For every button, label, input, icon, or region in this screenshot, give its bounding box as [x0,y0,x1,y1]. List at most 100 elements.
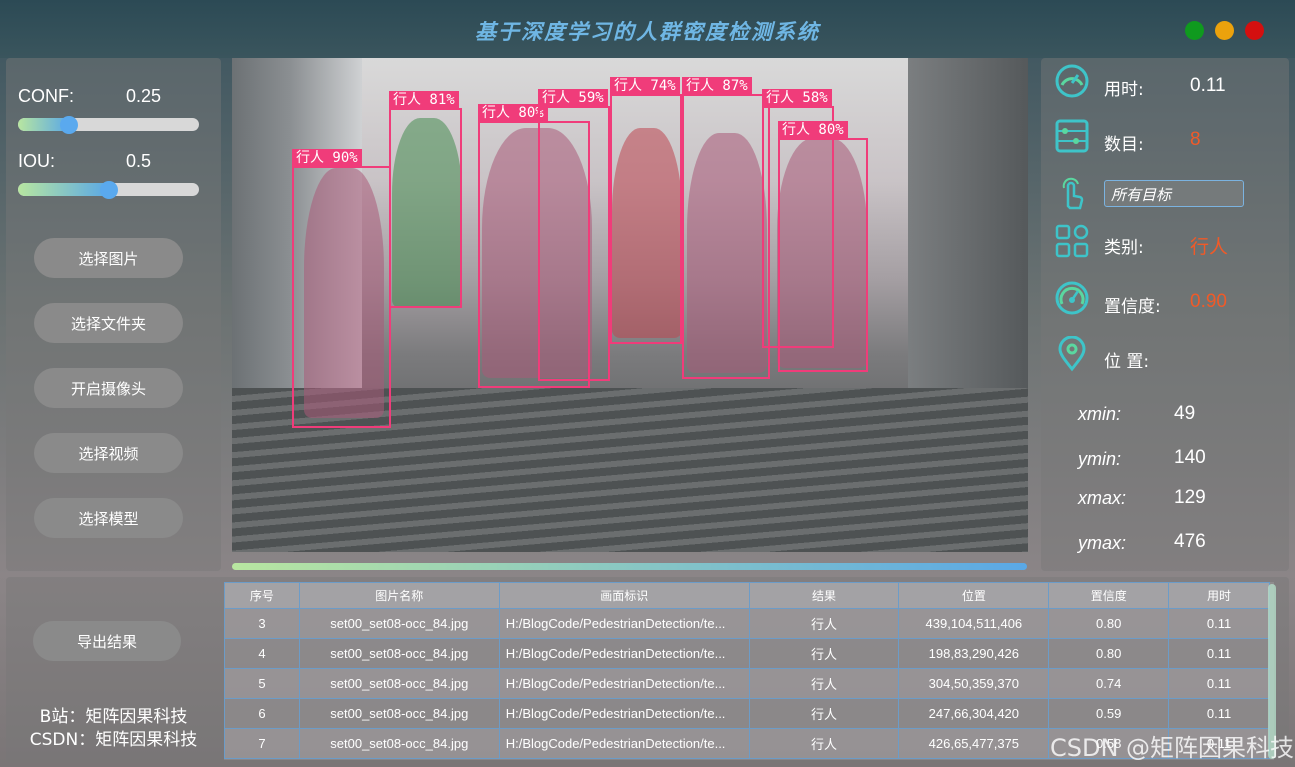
location-pin-icon [1058,336,1086,372]
select-video-button[interactable]: 选择视频 [34,433,183,473]
maximize-button[interactable] [1185,21,1204,40]
detection-label: 行人 58% [762,89,832,107]
conf-slider[interactable] [18,118,199,131]
credit-bilibili: B站：矩阵因果科技 [39,707,188,727]
column-header[interactable]: 序号 [224,582,300,609]
target-select[interactable]: 所有目标 [1104,180,1244,207]
detection-label: 行人 59% [538,89,608,107]
detection-box: 行人 81% [389,91,462,308]
table-cell: 7 [224,728,300,759]
select-folder-button[interactable]: 选择文件夹 [34,303,183,343]
iou-value: 0.5 [126,151,152,171]
touch-icon [1062,177,1084,210]
detection-label: 行人 90% [292,149,362,167]
gauge-icon [1055,281,1089,315]
table-cell: 0.59 [1048,698,1170,729]
table-cell: 行人 [748,608,900,639]
table-cell: 304,50,359,370 [898,668,1050,699]
detection-label: 行人 87% [682,77,752,95]
ymin-label: ymin: [1078,449,1122,469]
table-row[interactable]: 5 set00_set08-occ_84.jpg H:/BlogCode/Ped… [224,668,1270,699]
column-header[interactable]: 图片名称 [298,582,500,609]
minimize-button[interactable] [1215,21,1234,40]
conf-label: CONF: [18,86,74,106]
table-cell: set00_set08-occ_84.jpg [298,698,500,729]
position-label: 位 置: [1104,352,1150,372]
confidence-label: 置信度: [1104,297,1161,317]
progress-bar [232,563,1027,570]
column-header[interactable]: 位置 [898,582,1050,609]
table-cell: 6 [224,698,300,729]
credit-csdn: CSDN：矩阵因果科技 [29,730,198,750]
table-cell: 0.11 [1168,638,1270,669]
table-cell: 0.80 [1048,608,1170,639]
column-header[interactable]: 置信度 [1048,582,1170,609]
time-value: 0.11 [1190,75,1226,96]
table-cell: H:/BlogCode/PedestrianDetection/te... [498,728,750,759]
table-cell: H:/BlogCode/PedestrianDetection/te... [498,638,750,669]
column-header[interactable]: 画面标识 [498,582,750,609]
detection-box: 行人 87% [682,77,770,379]
ymax-label: ymax: [1078,533,1127,553]
class-value: 行人 [1190,237,1229,258]
table-cell: 5 [224,668,300,699]
table-cell: 439,104,511,406 [898,608,1050,639]
time-label: 用时: [1104,80,1144,100]
watermark: CSDN @矩阵因果科技 [1050,734,1295,762]
select-image-button[interactable]: 选择图片 [34,238,183,278]
detection-label: 行人 74% [610,77,680,95]
export-results-button[interactable]: 导出结果 [33,621,181,661]
detection-image-view: 行人 90% 行人 81% 行人 80% 行人 59% 行人 74% 行人 87… [232,58,1028,552]
conf-slider-handle[interactable] [60,116,78,134]
table-cell: 行人 [748,728,900,759]
detection-label: 行人 81% [389,91,459,109]
table-row[interactable]: 4 set00_set08-occ_84.jpg H:/BlogCode/Ped… [224,638,1270,669]
ymin-value: 140 [1174,447,1206,468]
table-cell: 0.74 [1048,668,1170,699]
table-cell: H:/BlogCode/PedestrianDetection/te... [498,668,750,699]
table-cell: set00_set08-occ_84.jpg [298,728,500,759]
table-cell: 198,83,290,426 [898,638,1050,669]
table-cell: set00_set08-occ_84.jpg [298,608,500,639]
detection-box: 行人 90% [292,149,391,428]
table-row[interactable]: 6 set00_set08-occ_84.jpg H:/BlogCode/Ped… [224,698,1270,729]
xmax-label: xmax: [1078,488,1127,508]
table-cell: 3 [224,608,300,639]
detection-box: 行人 80% [778,121,868,372]
table-cell: 4 [224,638,300,669]
table-header-row: 序号 图片名称 画面标识 结果 位置 置信度 用时 [224,582,1270,609]
table-cell: 247,66,304,420 [898,698,1050,729]
xmin-label: xmin: [1078,404,1122,424]
table-cell: H:/BlogCode/PedestrianDetection/te... [498,608,750,639]
count-value: 8 [1190,129,1201,150]
class-label: 类别: [1104,238,1144,258]
column-header[interactable]: 用时 [1168,582,1270,609]
open-camera-button[interactable]: 开启摄像头 [34,368,183,408]
ymax-value: 476 [1174,531,1206,552]
table-cell: 426,65,477,375 [898,728,1050,759]
table-cell: set00_set08-occ_84.jpg [298,638,500,669]
close-button[interactable] [1245,21,1264,40]
table-cell: 行人 [748,638,900,669]
table-cell: 0.11 [1168,668,1270,699]
detection-box: 行人 74% [610,77,682,344]
iou-slider-handle[interactable] [100,181,118,199]
category-grid-icon [1055,224,1089,258]
iou-slider-fill [18,183,109,196]
xmin-value: 49 [1174,403,1196,424]
iou-label: IOU: [18,151,56,171]
select-model-button[interactable]: 选择模型 [34,498,183,538]
table-cell: H:/BlogCode/PedestrianDetection/te... [498,698,750,729]
detection-label: 行人 80% [778,121,848,139]
xmax-value: 129 [1174,487,1206,508]
detection-box: 行人 59% [538,89,610,381]
conf-value: 0.25 [126,86,162,106]
table-cell: 行人 [748,698,900,729]
table-row[interactable]: 3 set00_set08-occ_84.jpg H:/BlogCode/Ped… [224,608,1270,639]
table-cell: 0.11 [1168,698,1270,729]
column-header[interactable]: 结果 [748,582,900,609]
app-title: 基于深度学习的人群密度检测系统 [475,19,820,44]
table-cell: set00_set08-occ_84.jpg [298,668,500,699]
speedometer-icon [1055,64,1089,98]
confidence-value: 0.90 [1190,291,1227,312]
